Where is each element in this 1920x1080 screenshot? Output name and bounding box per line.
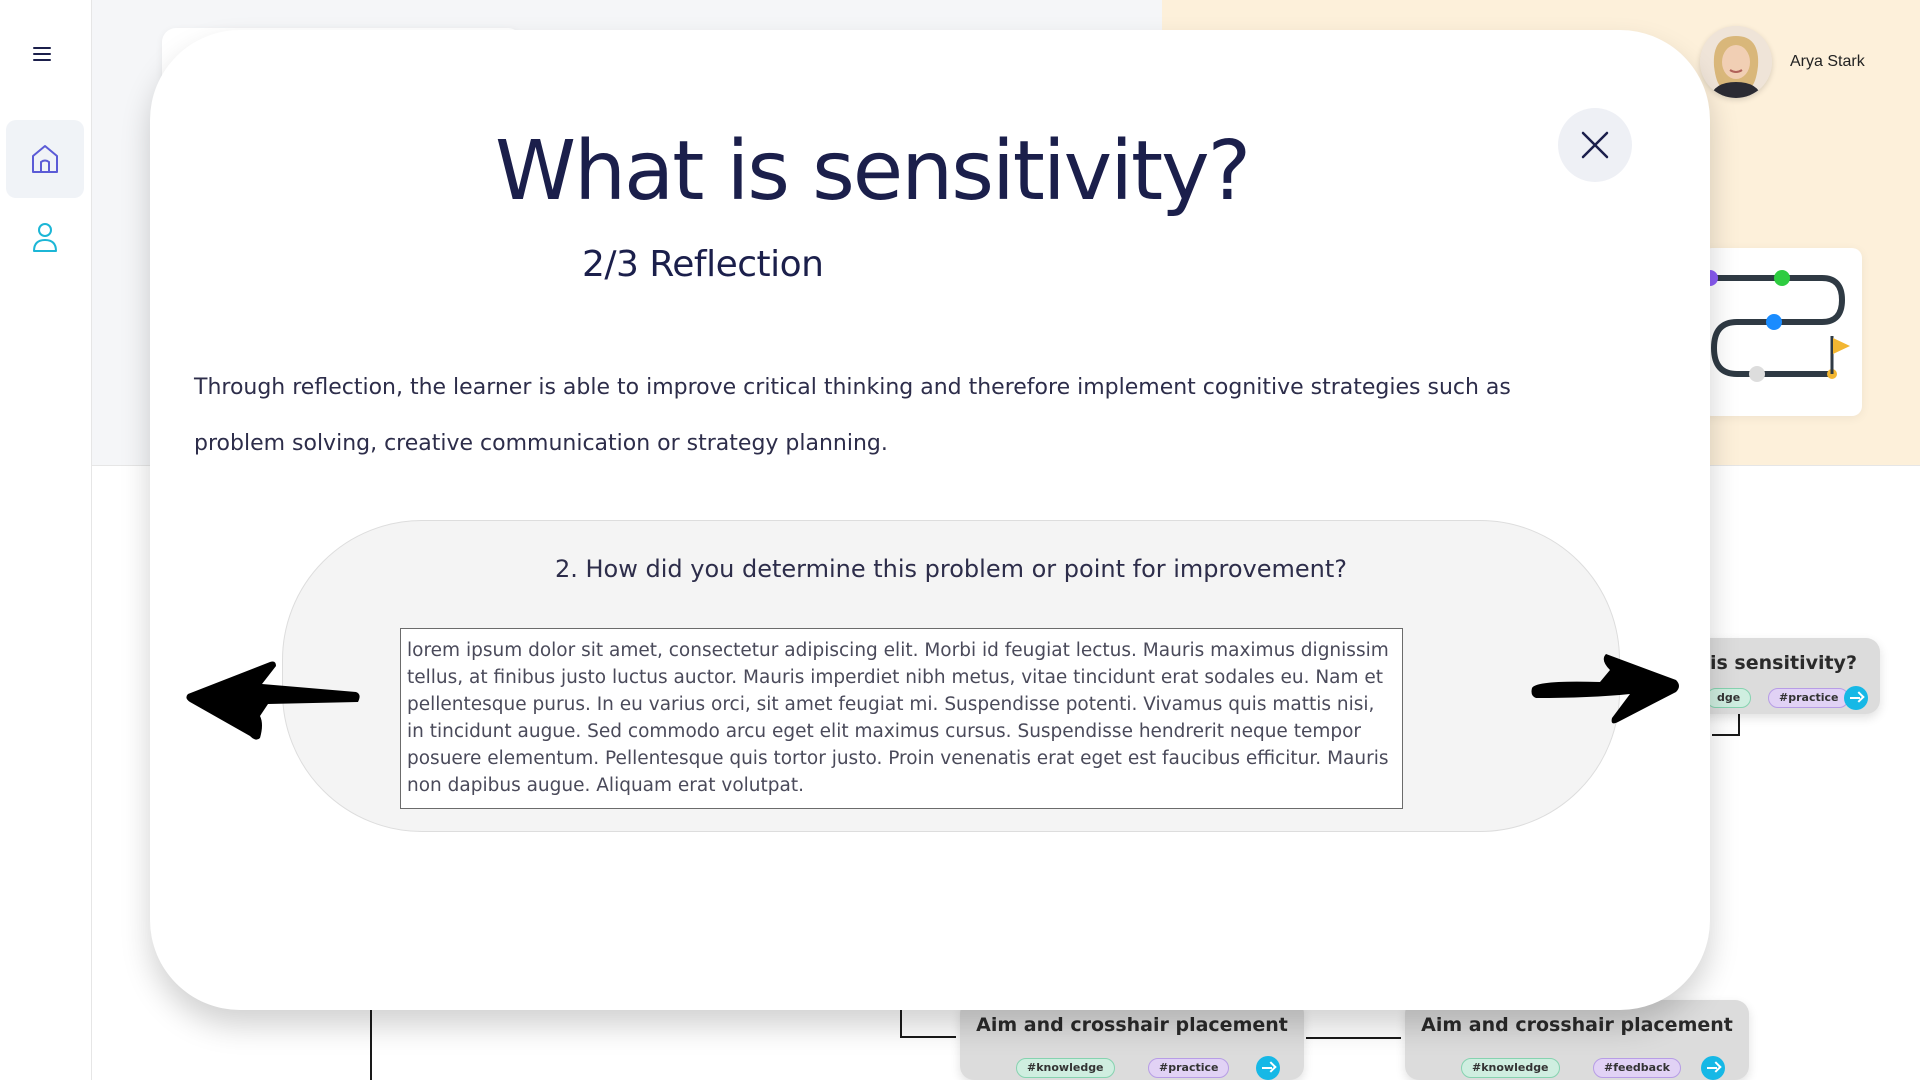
map-connector (900, 1010, 902, 1038)
node-open-button[interactable] (1844, 686, 1868, 710)
avatar[interactable] (1700, 26, 1772, 98)
map-node-card[interactable]: Aim and crosshair placement #knowledge #… (1405, 1000, 1749, 1080)
map-node-card[interactable]: Aim and crosshair placement #knowledge #… (960, 1000, 1304, 1080)
node-title: Aim and crosshair placement (1421, 1014, 1733, 1036)
node-title: is sensitivity? (1710, 652, 1857, 674)
question-panel: 2. How did you determine this problem or… (282, 520, 1620, 832)
map-connector (1738, 714, 1740, 736)
answer-textarea[interactable]: lorem ipsum dolor sit amet, consectetur … (400, 628, 1403, 809)
sidebar (0, 0, 92, 1080)
sidebar-item-profile[interactable] (6, 202, 84, 272)
route-illustration (1702, 248, 1862, 416)
user-profile[interactable]: Arya Stark (1700, 26, 1865, 98)
node-title: Aim and crosshair placement (976, 1014, 1288, 1036)
map-connector (370, 1010, 372, 1080)
sidebar-item-home[interactable] (6, 120, 84, 198)
modal-title: What is sensitivity? (495, 124, 1251, 219)
map-connector (1306, 1037, 1401, 1039)
node-tag: dge (1706, 688, 1752, 708)
arrow-right-icon[interactable] (1530, 650, 1680, 726)
node-open-button[interactable] (1256, 1056, 1280, 1080)
node-open-button[interactable] (1701, 1056, 1725, 1080)
node-tag: #practice (1768, 688, 1850, 708)
question-text: 2. How did you determine this problem or… (554, 555, 1348, 583)
map-connector (900, 1036, 956, 1038)
home-icon (32, 145, 58, 173)
hamburger-menu-icon[interactable] (33, 47, 51, 61)
node-tag: #practice (1148, 1058, 1230, 1078)
node-tag: #knowledge (1016, 1058, 1115, 1078)
node-tag: #knowledge (1461, 1058, 1560, 1078)
arrow-left-icon[interactable] (184, 658, 364, 742)
reflection-modal: What is sensitivity? 2/3 Reflection Thro… (150, 30, 1710, 1010)
close-button[interactable] (1558, 108, 1632, 182)
node-tag: #feedback (1593, 1058, 1681, 1078)
modal-description: Through reflection, the learner is able … (194, 375, 1511, 456)
user-name[interactable]: Arya Stark (1790, 53, 1865, 71)
close-icon (1581, 131, 1609, 159)
user-icon (33, 223, 57, 252)
map-connector (1712, 734, 1740, 736)
modal-subtitle: 2/3 Reflection (582, 244, 824, 285)
